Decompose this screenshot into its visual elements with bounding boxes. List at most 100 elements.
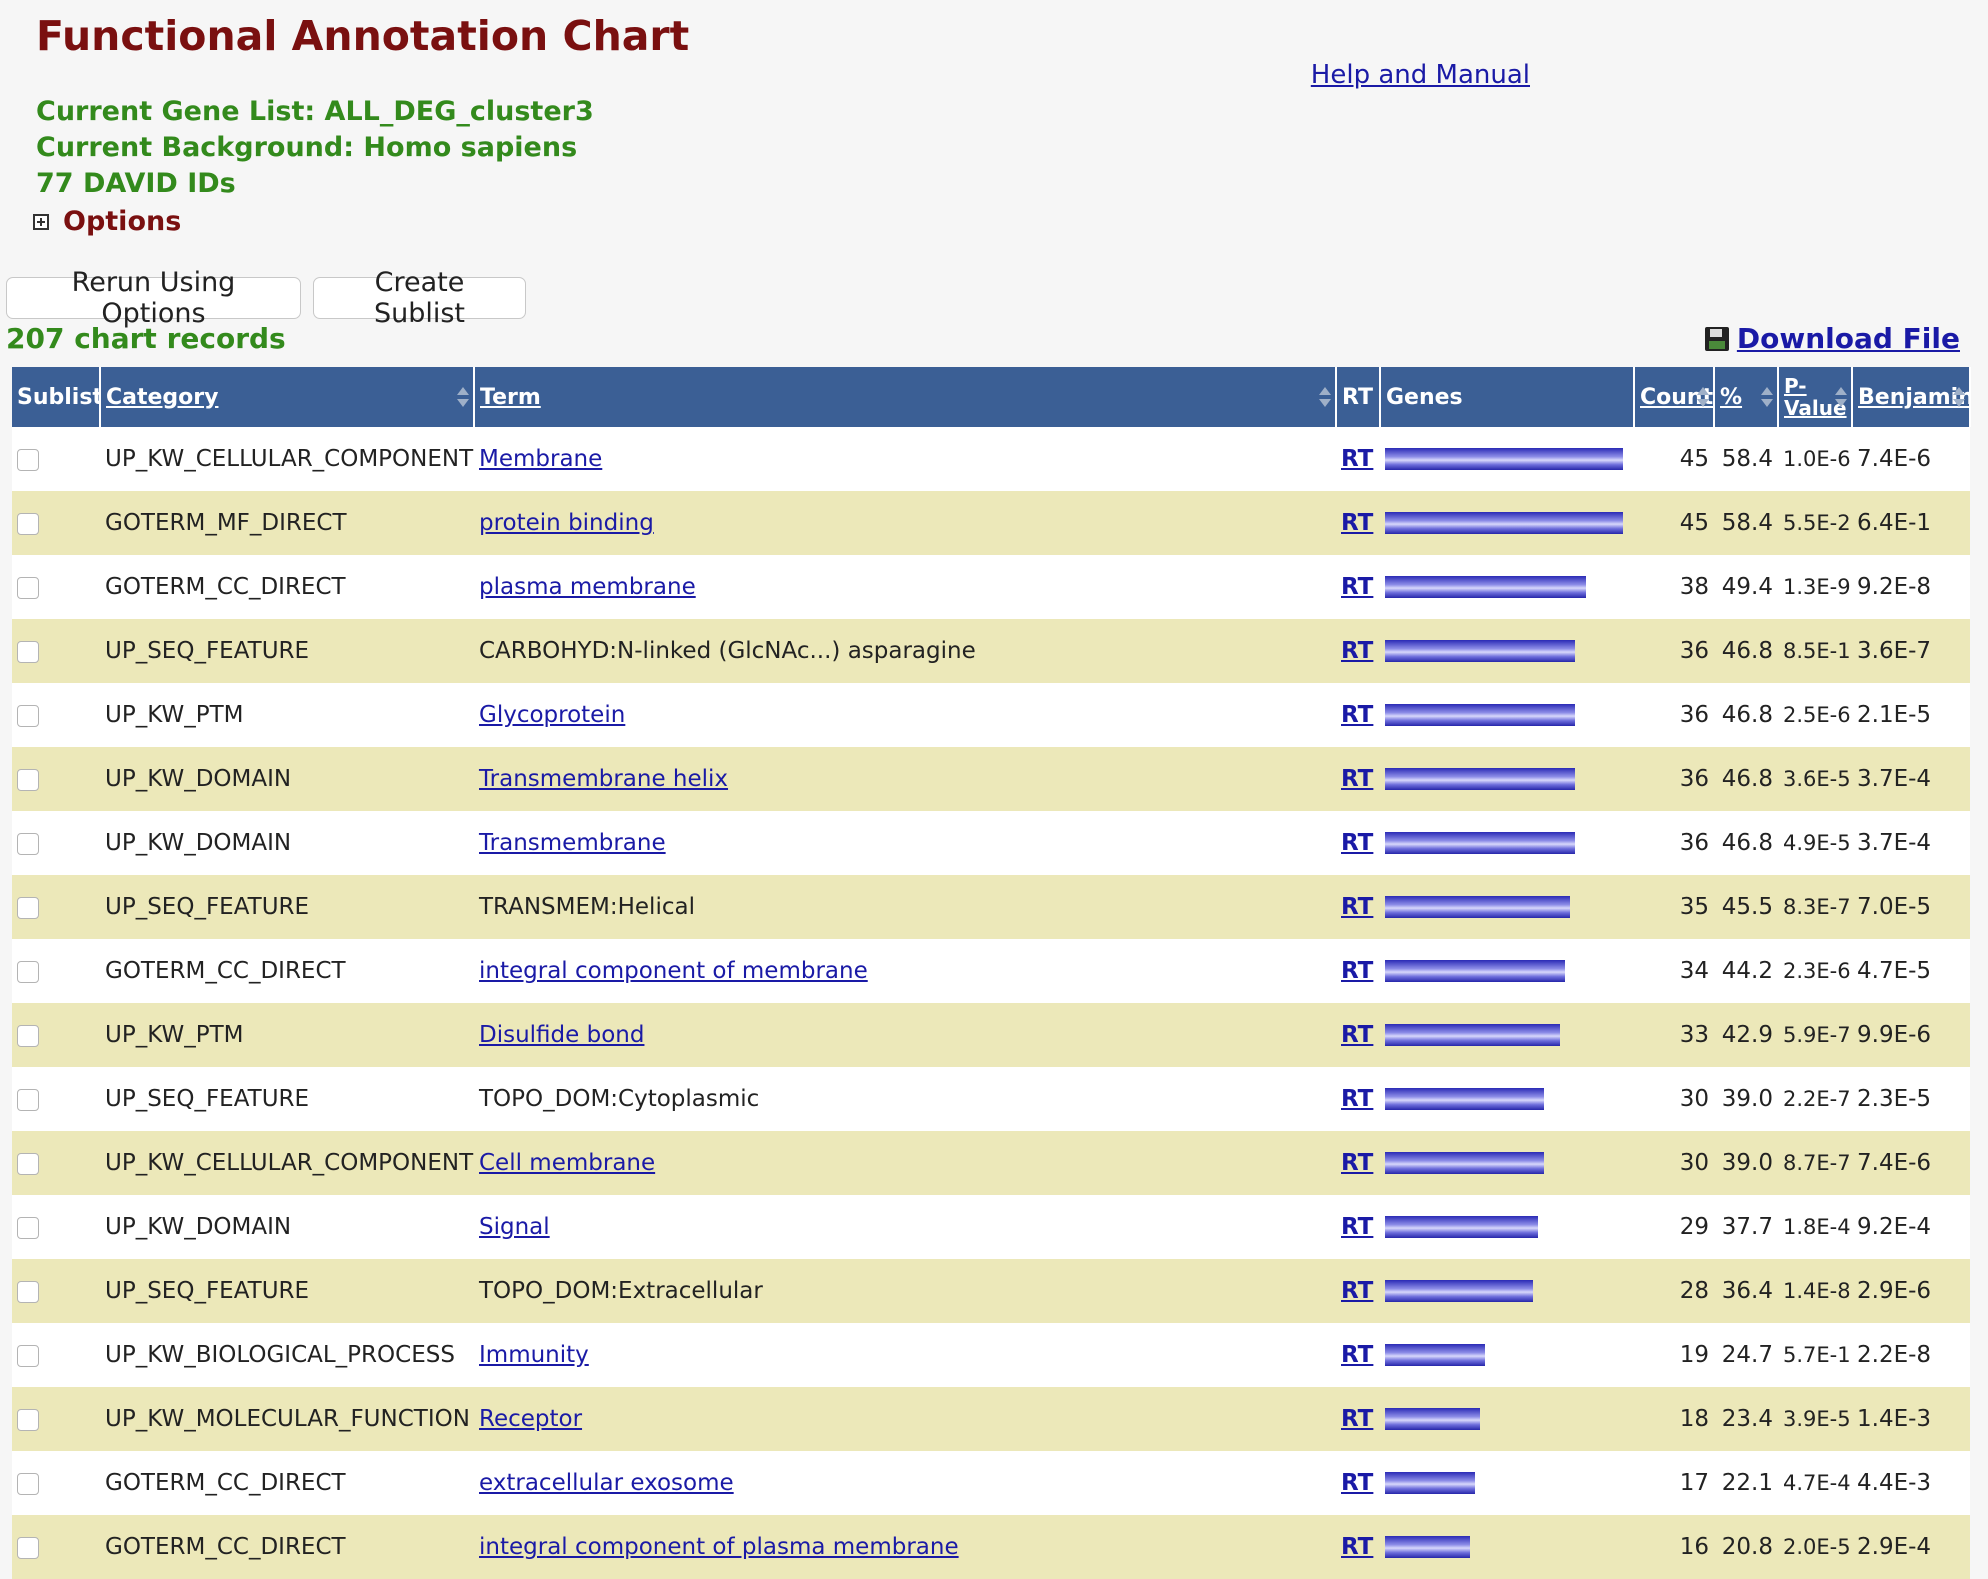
options-toggle[interactable]: Options [33,206,181,237]
term-link[interactable]: plasma membrane [479,574,696,600]
genes-bar[interactable] [1385,832,1575,854]
header-category[interactable]: Category [100,367,475,427]
rt-cell: RT [1336,1387,1380,1451]
sublist-checkbox[interactable] [17,832,39,855]
genes-bar[interactable] [1385,448,1623,470]
term-link[interactable]: Signal [479,1214,550,1240]
sublist-checkbox[interactable] [17,768,39,791]
term-link[interactable]: integral component of plasma membrane [479,1534,959,1560]
pvalue-text: 8.5E-10 [1783,639,1852,663]
header-count[interactable]: Count [1634,367,1715,427]
table-row: UP_KW_CELLULAR_COMPONENT Cell membrane RT 3… [12,1131,1970,1195]
term-link[interactable]: Cell membrane [479,1150,655,1176]
sublist-checkbox[interactable] [17,640,39,663]
sublist-checkbox[interactable] [17,1216,39,1239]
header-rt: RT [1336,367,1381,427]
header-term[interactable]: Term [474,367,1337,427]
genes-bar[interactable] [1385,896,1570,918]
term-link[interactable]: protein binding [479,510,654,536]
genes-bar[interactable] [1385,1472,1475,1494]
genes-bar[interactable] [1385,1152,1544,1174]
genes-bar[interactable] [1385,512,1623,534]
rt-link[interactable]: RT [1341,1022,1373,1048]
count-cell: 36 [1634,811,1714,875]
sublist-checkbox[interactable] [17,1088,39,1111]
rt-link[interactable]: RT [1341,1342,1373,1368]
genes-bar[interactable] [1385,1024,1560,1046]
sublist-checkbox[interactable] [17,960,39,983]
genes-bar[interactable] [1385,704,1575,726]
header-pvalue-label[interactable]: P-Value [1784,375,1847,419]
header-benjamini[interactable]: Benjamini [1852,367,1971,427]
header-pvalue[interactable]: P-Value [1778,367,1853,427]
create-sublist-button[interactable]: Create Sublist [313,267,526,329]
rt-link[interactable]: RT [1341,446,1373,472]
rt-link[interactable]: RT [1341,510,1373,536]
sublist-checkbox[interactable] [17,1536,39,1559]
term-link[interactable]: Receptor [479,1406,582,1432]
rt-link[interactable]: RT [1341,574,1373,600]
download-file-link[interactable]: Download File [1704,322,1960,355]
genes-bar[interactable] [1385,640,1575,662]
header-percent-label[interactable]: % [1720,385,1742,410]
header-sublist: Sublist [12,367,103,427]
rt-link[interactable]: RT [1341,1086,1373,1112]
genes-bar[interactable] [1385,1088,1544,1110]
term-link[interactable]: integral component of membrane [479,958,868,984]
sublist-checkbox[interactable] [17,512,39,535]
sublist-checkbox[interactable] [17,1344,39,1367]
sublist-checkbox[interactable] [17,896,39,919]
rt-link[interactable]: RT [1341,702,1373,728]
sublist-checkbox[interactable] [17,1408,39,1431]
help-manual-link[interactable]: Help and Manual [1311,60,1530,90]
header-percent[interactable]: % [1714,367,1779,427]
genes-bar[interactable] [1385,768,1575,790]
genes-bar[interactable] [1385,1408,1480,1430]
rt-link[interactable]: RT [1341,1534,1373,1560]
table-row: UP_KW_PTM Disulfide bond RT 33 42.9 5.9E-7 9.9… [12,1003,1970,1067]
term-link[interactable]: Transmembrane [479,830,666,856]
rt-cell: RT [1336,1195,1380,1259]
header-category-label[interactable]: Category [106,385,218,410]
term-link[interactable]: Disulfide bond [479,1022,644,1048]
sublist-checkbox[interactable] [17,1152,39,1175]
rt-link[interactable]: RT [1341,830,1373,856]
genes-bar[interactable] [1385,1216,1538,1238]
genes-bar[interactable] [1385,576,1586,598]
genes-bar[interactable] [1385,960,1565,982]
genes-bar[interactable] [1385,1344,1485,1366]
rt-link[interactable]: RT [1341,766,1373,792]
plus-box-icon[interactable] [33,213,49,230]
rt-link[interactable]: RT [1341,1278,1373,1304]
term-link[interactable]: Membrane [479,446,602,472]
term-text: TOPO_DOM:Cytoplasmic [479,1086,760,1112]
rt-link[interactable]: RT [1341,1214,1373,1240]
header-term-label[interactable]: Term [480,385,541,410]
term-link[interactable]: Immunity [479,1342,589,1368]
rt-link[interactable]: RT [1341,1150,1373,1176]
count-cell: 29 [1634,1195,1714,1259]
sublist-checkbox[interactable] [17,448,39,471]
sublist-checkbox[interactable] [17,576,39,599]
sublist-checkbox[interactable] [17,1472,39,1495]
sublist-checkbox[interactable] [17,1280,39,1303]
term-link[interactable]: Glycoprotein [479,702,625,728]
category-cell: GOTERM_MF_DIRECT [100,491,474,555]
term-link[interactable]: Transmembrane helix [479,766,728,792]
term-link[interactable]: extracellular exosome [479,1470,734,1496]
sublist-checkbox[interactable] [17,1024,39,1047]
genes-bar[interactable] [1385,1280,1533,1302]
genes-bar[interactable] [1385,1536,1470,1558]
genes-cell [1380,1003,1634,1067]
rt-link[interactable]: RT [1341,958,1373,984]
pvalue-cell: 2.2E-7 [1778,1067,1852,1131]
category-cell: GOTERM_CC_DIRECT [100,939,474,1003]
current-background: Current Background: Homo sapiens [36,132,578,163]
rt-link[interactable]: RT [1341,1406,1373,1432]
rt-link[interactable]: RT [1341,638,1373,664]
rt-link[interactable]: RT [1341,1470,1373,1496]
sublist-checkbox[interactable] [17,704,39,727]
rerun-options-button[interactable]: Rerun Using Options [6,267,301,329]
download-file-label: Download File [1736,322,1960,355]
rt-link[interactable]: RT [1341,894,1373,920]
